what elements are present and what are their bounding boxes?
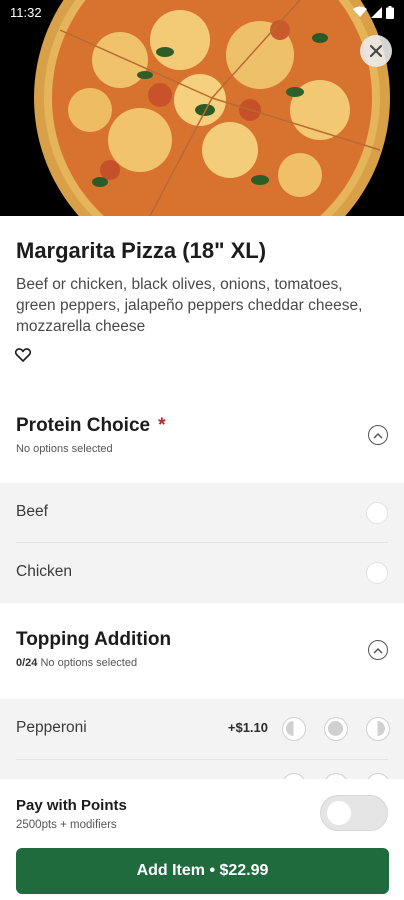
option-row[interactable]: Beef [0,483,404,543]
close-icon [370,45,382,57]
protein-options: Beef Chicken [0,483,404,603]
toggle-knob [327,801,351,825]
divider [16,759,388,760]
option-row[interactable]: Pepperoni +$1.10 [0,699,404,759]
section-subtitle: 0/24 No options selected [16,657,138,669]
status-time: 11:32 [10,4,42,20]
option-label: Pepperoni [16,719,87,736]
section-title: Protein Choice * [16,415,166,436]
left-half-icon [286,721,294,736]
heart-icon [14,348,32,362]
pizza-image [0,0,404,216]
pay-with-points-toggle[interactable] [320,795,388,831]
right-half-icon [377,721,385,736]
option-radio[interactable] [366,502,388,524]
right-half-button[interactable] [366,717,390,741]
wifi-icon [353,6,367,17]
option-label: Beef [16,503,48,520]
add-item-button[interactable]: Add Item • $22.99 [16,848,389,894]
option-price: +$1.10 [227,720,268,735]
whole-button[interactable] [324,717,348,741]
item-title: Margarita Pizza (18" XL) [16,238,267,263]
status-bar: 11:32 [0,0,404,24]
chevron-up-icon [373,432,383,439]
battery-icon [386,5,394,19]
left-half-button[interactable] [282,717,306,741]
favorite-button[interactable] [14,348,32,367]
section-protein-choice[interactable]: Protein Choice * No options selected [0,395,404,483]
selection-count: 0/24 [16,657,38,669]
chevron-up-icon [373,647,383,654]
required-mark: * [158,415,166,436]
option-label: Chicken [16,563,72,580]
pay-with-points-label: Pay with Points [16,797,127,814]
option-row[interactable]: Chicken [0,543,404,603]
whole-icon [328,721,343,736]
collapse-button[interactable] [368,640,388,660]
item-description: Beef or chicken, black olives, onions, t… [16,276,363,335]
close-button[interactable] [360,35,392,67]
section-title: Topping Addition [16,629,172,650]
section-topping-addition[interactable]: Topping Addition 0/24 No options selecte… [0,603,404,699]
collapse-button[interactable] [368,425,388,445]
topping-options: Pepperoni +$1.10 [0,699,404,779]
pay-with-points-subtitle: 2500pts + modifiers [16,819,117,831]
cell-signal-icon [371,6,382,18]
section-subtitle: No options selected [16,443,113,455]
item-hero-image: 11:32 [0,0,404,216]
bottom-bar: Pay with Points 2500pts + modifiers Add … [0,779,404,900]
option-radio[interactable] [366,562,388,584]
